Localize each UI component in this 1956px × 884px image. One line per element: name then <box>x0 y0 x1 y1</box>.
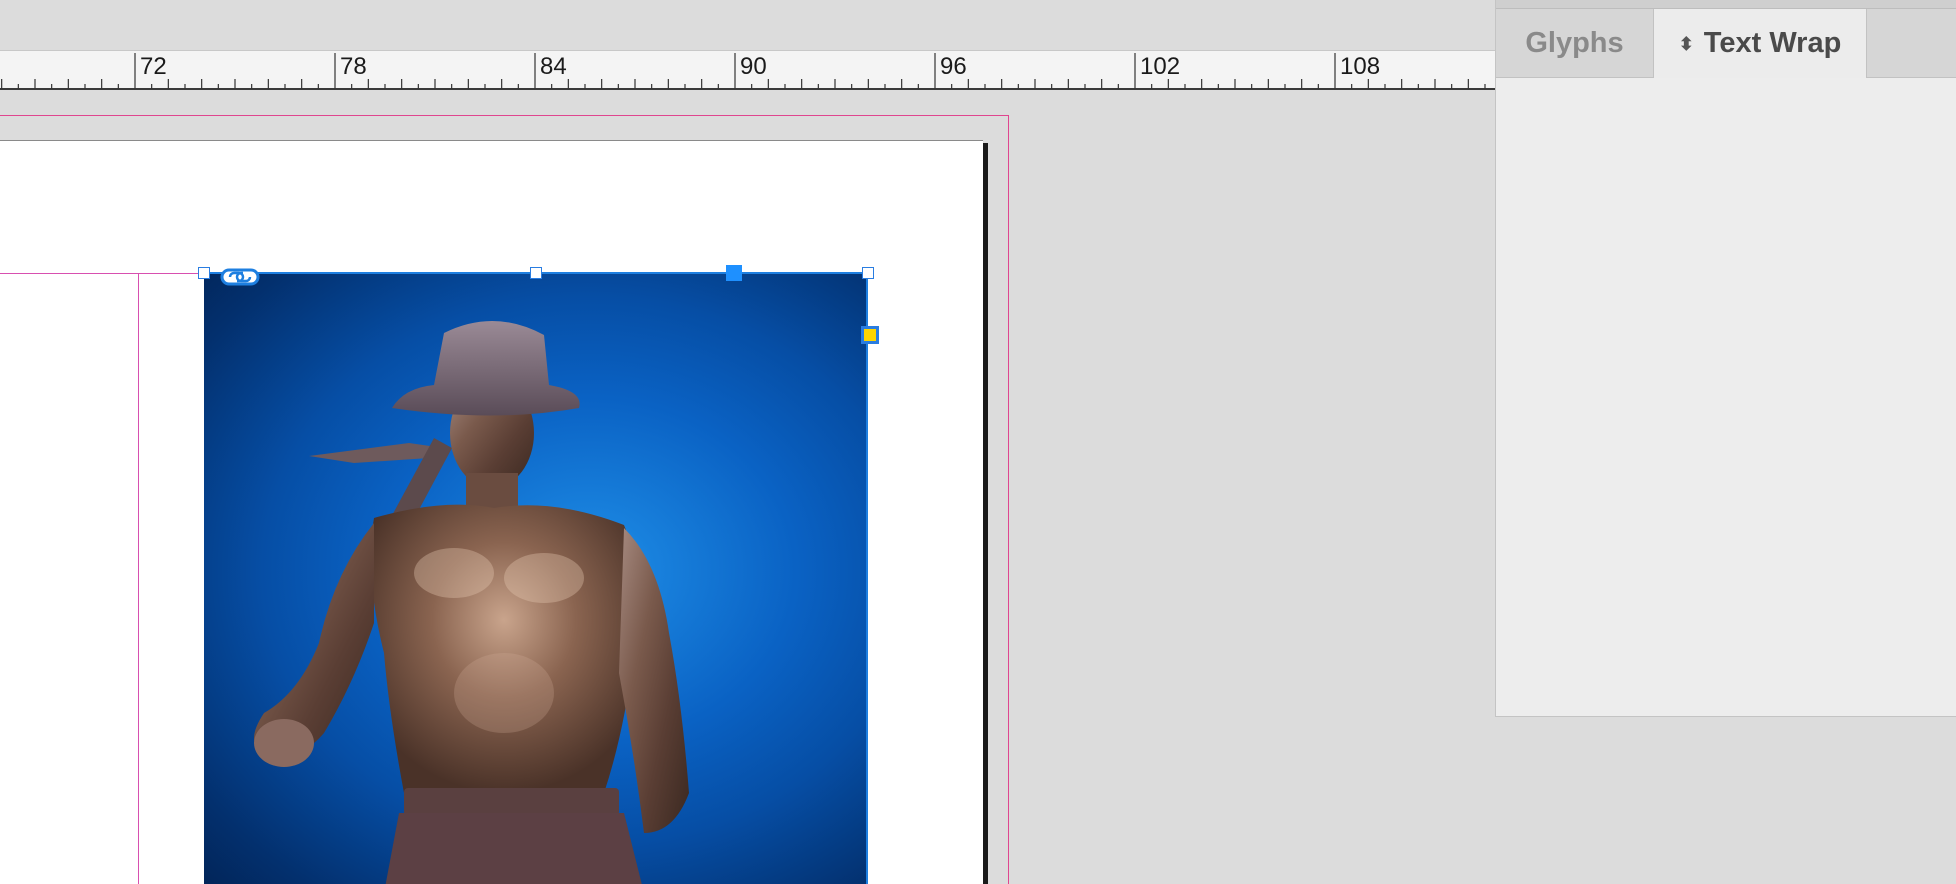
resize-handle-top-middle[interactable] <box>530 267 542 279</box>
ruler-label: 72 <box>140 53 167 80</box>
panel-body <box>1496 78 1956 716</box>
ruler-label: 78 <box>340 53 367 80</box>
panel-tab-bar: Glyphs ⬍ Text Wrap <box>1496 9 1956 78</box>
placed-image-frame[interactable] <box>204 273 868 884</box>
resize-handle-top-left[interactable] <box>198 267 210 279</box>
tab-text-wrap[interactable]: ⬍ Text Wrap <box>1654 9 1867 78</box>
link-icon[interactable] <box>220 265 260 289</box>
text-wrap-panel: Glyphs ⬍ Text Wrap <box>1495 0 1956 717</box>
horizontal-ruler[interactable]: 72 78 84 90 96 102 108 <box>0 50 1495 90</box>
chevron-updown-icon[interactable]: ⬍ <box>1679 35 1694 53</box>
ruler-label: 90 <box>740 53 767 80</box>
selection-edge-right <box>866 272 868 884</box>
page-shadow <box>983 143 988 884</box>
bleed-guide-right <box>1008 115 1009 884</box>
pasteboard[interactable] <box>0 90 1495 884</box>
panel-header-strip[interactable] <box>1496 0 1956 9</box>
tab-glyphs-label: Glyphs <box>1525 26 1624 59</box>
resize-handle-top-right[interactable] <box>862 267 874 279</box>
content-grabber-handle[interactable] <box>726 265 742 281</box>
statue-image <box>254 320 689 884</box>
ruler-label: 84 <box>540 53 567 80</box>
bleed-guide-top <box>0 115 1008 116</box>
ruler-label: 96 <box>940 53 967 80</box>
ruler-label: 102 <box>1140 53 1181 80</box>
ruler-label: 108 <box>1340 53 1381 80</box>
margin-guide-top <box>0 273 204 274</box>
tab-text-wrap-label: Text Wrap <box>1703 27 1842 59</box>
live-corner-handle[interactable] <box>861 326 879 344</box>
tab-glyphs[interactable]: Glyphs <box>1496 9 1654 77</box>
margin-guide-left <box>138 273 139 884</box>
